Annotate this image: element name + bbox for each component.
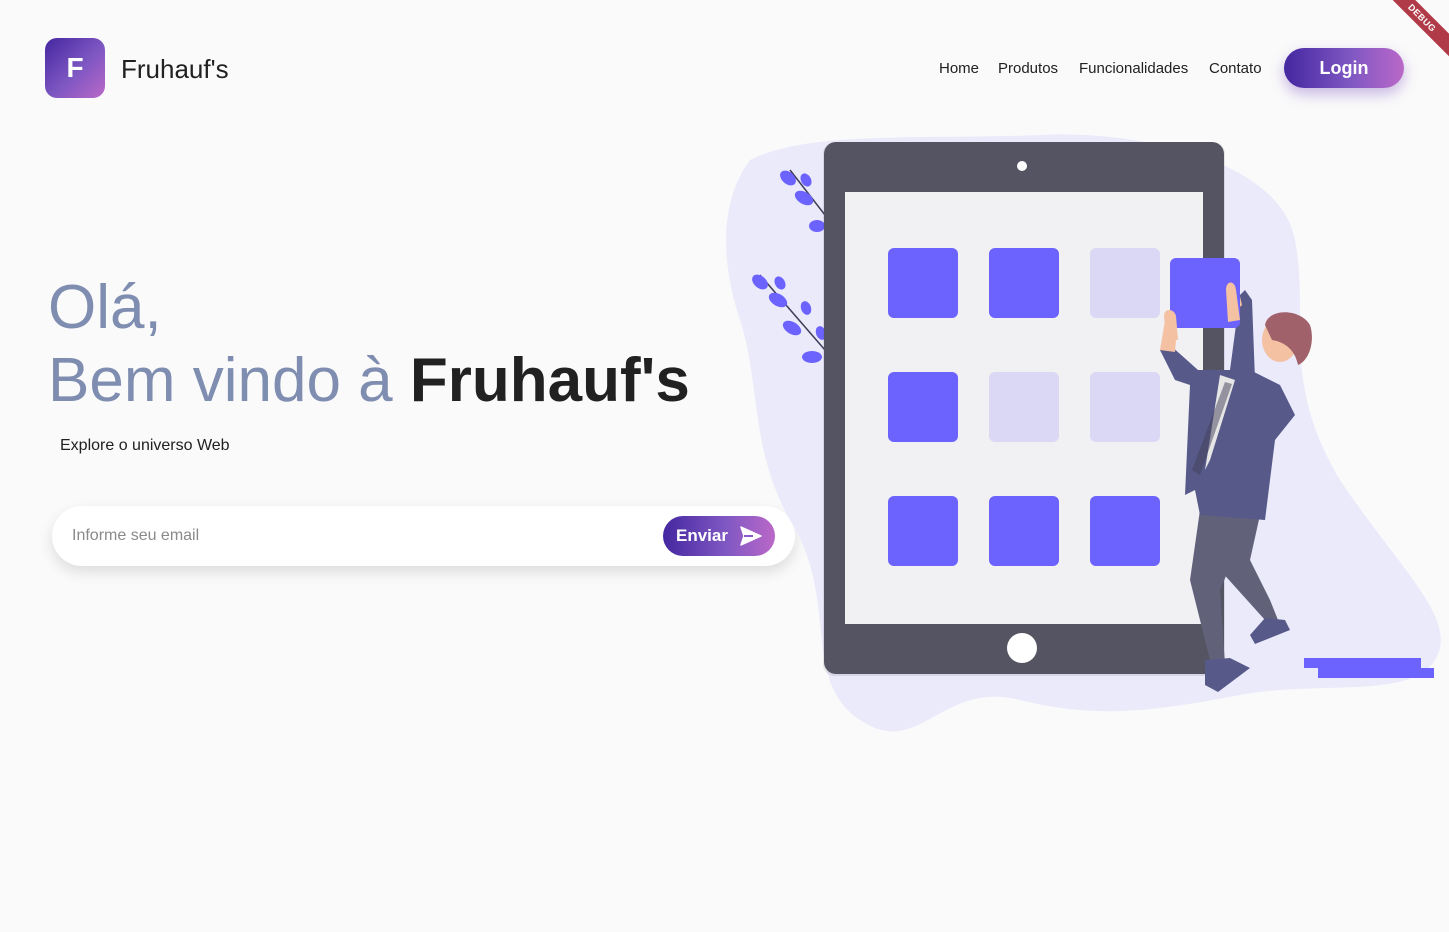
- welcome-prefix: Bem vindo à: [48, 346, 410, 415]
- nav-home[interactable]: Home: [939, 60, 979, 77]
- nav-produtos[interactable]: Produtos: [998, 60, 1058, 77]
- login-button[interactable]: Login: [1284, 48, 1404, 88]
- brand-name: Fruhauf's: [121, 54, 229, 84]
- landing-page: F Fruhauf's Home Produtos Funcionalidade…: [0, 0, 1449, 932]
- email-input[interactable]: [72, 521, 632, 551]
- nav-funcionalidades[interactable]: Funcionalidades: [1079, 60, 1188, 77]
- floor-line-lower: [1318, 668, 1434, 678]
- nav-contato[interactable]: Contato: [1209, 60, 1262, 77]
- app-tiles: [888, 248, 1160, 566]
- tablet-home-button: [1007, 633, 1037, 663]
- logo-letter: F: [66, 52, 84, 83]
- welcome-brand: Fruhauf's: [409, 346, 690, 415]
- greeting-heading: Olá,: [48, 273, 162, 342]
- logo[interactable]: F: [45, 38, 105, 98]
- subscribe-form: Enviar: [52, 506, 795, 566]
- hero-subtitle: Explore o universo Web: [60, 437, 230, 454]
- floor-line-upper: [1304, 658, 1421, 668]
- hero-illustration: [726, 134, 1441, 732]
- welcome-heading: Bem vindo à Fruhauf's: [48, 348, 690, 414]
